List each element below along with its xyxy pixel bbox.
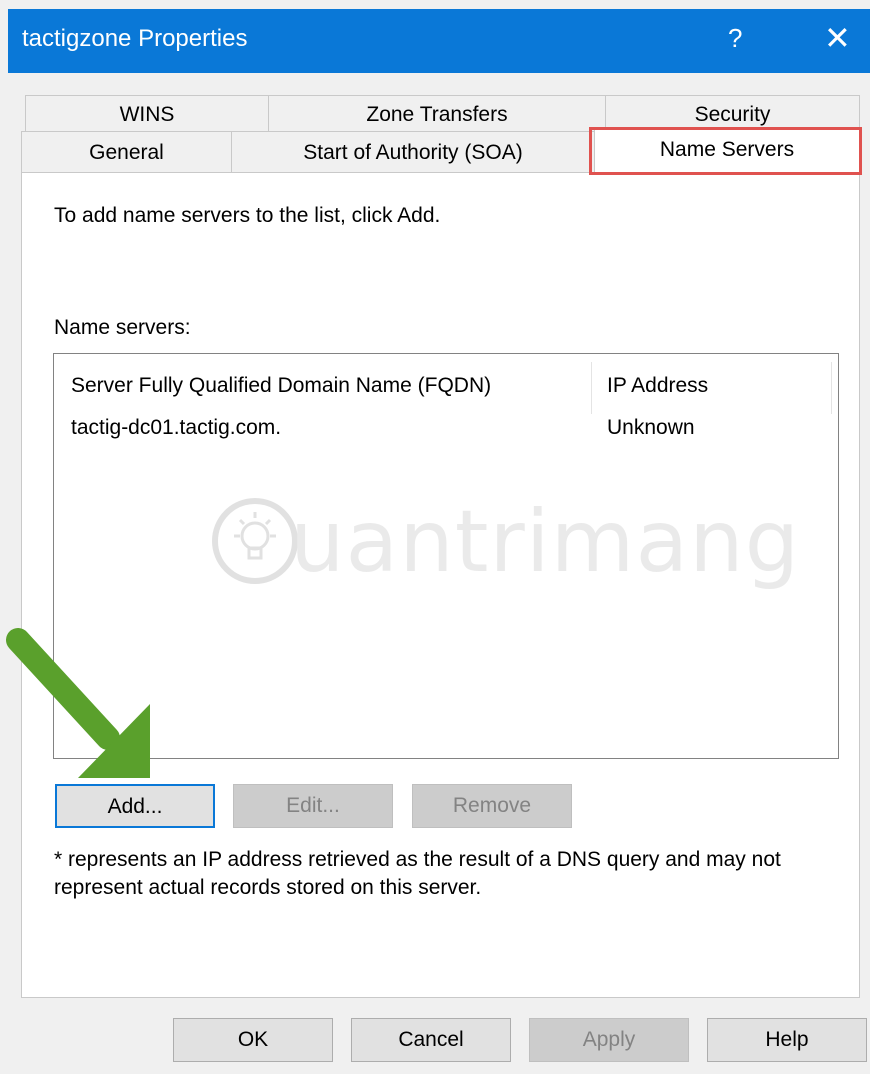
column-separator[interactable]: [591, 362, 592, 414]
window-title: tactigzone Properties: [22, 25, 248, 52]
column-header-ip[interactable]: IP Address: [607, 364, 708, 408]
tab-zone-transfers[interactable]: Zone Transfers: [268, 95, 606, 132]
cancel-button[interactable]: Cancel: [351, 1018, 511, 1062]
selected-tab-highlight: [589, 127, 862, 175]
add-button[interactable]: Add...: [55, 784, 215, 828]
ok-button[interactable]: OK: [173, 1018, 333, 1062]
name-servers-list[interactable]: Server Fully Qualified Domain Name (FQDN…: [53, 353, 839, 759]
tab-wins[interactable]: WINS: [25, 95, 269, 132]
properties-dialog: tactigzone Properties ? ✕ WINS Zone Tran…: [0, 0, 870, 1074]
help-icon[interactable]: ?: [728, 23, 742, 54]
apply-button[interactable]: Apply: [529, 1018, 689, 1062]
column-separator[interactable]: [831, 362, 832, 414]
name-servers-label: Name servers:: [54, 316, 191, 339]
remove-button[interactable]: Remove: [412, 784, 572, 828]
tab-start-of-authority[interactable]: Start of Authority (SOA): [231, 131, 595, 173]
tab-general[interactable]: General: [21, 131, 232, 173]
edit-button[interactable]: Edit...: [233, 784, 393, 828]
arrow-down-right-icon: [6, 628, 150, 778]
help-button[interactable]: Help: [707, 1018, 867, 1062]
dns-note: * represents an IP address retrieved as …: [54, 848, 781, 899]
title-bar: tactigzone Properties ? ✕: [8, 9, 870, 73]
column-header-fqdn[interactable]: Server Fully Qualified Domain Name (FQDN…: [71, 364, 491, 408]
row-ip[interactable]: Unknown: [607, 416, 695, 440]
intro-text: To add name servers to the list, click A…: [54, 204, 441, 227]
row-fqdn[interactable]: tactig-dc01.tactig.com.: [71, 416, 281, 440]
close-icon[interactable]: ✕: [824, 19, 851, 57]
